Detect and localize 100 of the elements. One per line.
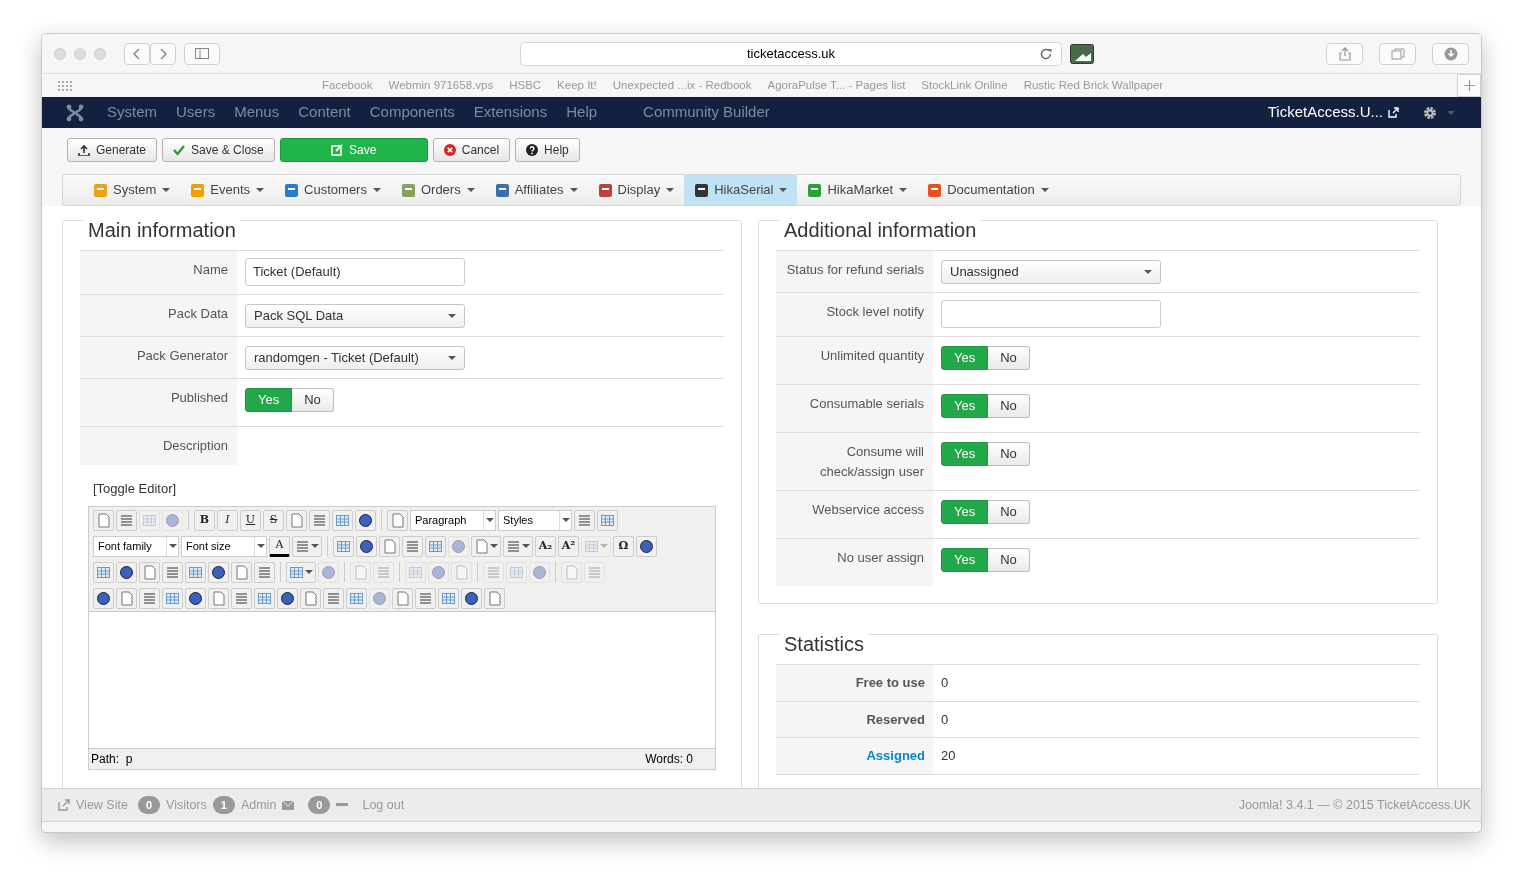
format-button[interactable]: U <box>240 509 261 531</box>
toolbar-button[interactable] <box>116 561 137 583</box>
menu-item[interactable]: Help <box>566 101 598 124</box>
field-label: Unlimited quantity <box>820 348 924 363</box>
component-menu-item[interactable]: System <box>83 175 181 205</box>
sidebar-button[interactable] <box>184 42 220 65</box>
toggle-option[interactable]: No <box>292 388 334 412</box>
share-button[interactable] <box>1326 42 1363 65</box>
toolbar-button[interactable] <box>461 587 482 609</box>
generate-button[interactable]: Generate <box>67 138 158 162</box>
select-field[interactable]: Paragraph <box>410 509 496 531</box>
toolbar-button[interactable] <box>185 587 206 609</box>
reload-icon[interactable] <box>1039 46 1053 61</box>
logo-icon[interactable] <box>66 103 84 122</box>
toggle-option[interactable]: No <box>988 442 1030 466</box>
toolbar-button[interactable] <box>93 587 114 609</box>
back-icon <box>133 47 141 60</box>
toolbar-button[interactable] <box>636 535 657 557</box>
page-icon <box>487 590 502 606</box>
menu-item[interactable]: Extensions <box>473 101 548 124</box>
back-button[interactable] <box>124 42 150 65</box>
component-menu-item[interactable]: Documentation <box>917 175 1059 205</box>
save-close-button[interactable]: Save & Close <box>162 138 275 162</box>
format-button[interactable]: Ω <box>613 535 634 557</box>
dropdown-caret-icon[interactable] <box>1447 110 1455 115</box>
status-label: Admin <box>240 796 277 814</box>
select-field[interactable]: Pack SQL Data <box>245 304 465 328</box>
component-menu-item[interactable]: Affiliates <box>484 175 588 205</box>
new-tab-button[interactable] <box>1457 74 1481 97</box>
window-control-button[interactable] <box>94 47 106 60</box>
field-label: Consume will check/assign user <box>819 444 924 479</box>
square-icon <box>400 182 416 198</box>
component-menu-item[interactable]: HikaSerial <box>684 175 798 205</box>
table-icon <box>441 590 456 606</box>
toggle-option[interactable]: No <box>988 548 1030 572</box>
apps-grid-icon[interactable] <box>58 80 72 91</box>
component-menu-item[interactable]: Customers <box>274 175 391 205</box>
format-button[interactable]: A² <box>558 535 579 557</box>
lines-icon <box>486 564 501 580</box>
toolbar-button[interactable] <box>356 535 377 557</box>
component-menu-item[interactable]: Orders <box>390 175 485 205</box>
lines-icon <box>234 590 249 606</box>
select-field[interactable]: Unassigned <box>941 260 1161 284</box>
toolbar-button[interactable] <box>277 587 298 609</box>
circle-icon <box>96 590 111 606</box>
mail-icon[interactable] <box>282 800 295 810</box>
menu-item[interactable]: Content <box>298 101 351 124</box>
plus-icon <box>1463 80 1475 91</box>
window-control-button[interactable] <box>54 47 66 60</box>
window-control-button[interactable] <box>74 47 86 60</box>
toolbar-button[interactable] <box>355 509 376 531</box>
square-icon <box>694 182 710 198</box>
extension-icon[interactable] <box>1070 43 1094 64</box>
page-icon <box>211 590 226 606</box>
toolbar-button[interactable] <box>471 535 501 557</box>
toolbar-button[interactable] <box>208 561 229 583</box>
page-icon <box>303 590 318 606</box>
select-field[interactable]: Font family <box>93 535 179 557</box>
select-field[interactable]: randomgen - Ticket (Default) <box>245 346 465 370</box>
square-icon <box>597 182 613 198</box>
circle-icon <box>119 564 134 580</box>
page-icon <box>564 564 579 580</box>
menu-item[interactable]: System <box>107 101 157 124</box>
format-button[interactable]: B <box>194 509 215 531</box>
select-field[interactable]: Styles <box>498 509 572 531</box>
table-icon <box>335 512 350 528</box>
settings-icon[interactable] <box>1423 105 1437 120</box>
menu-item[interactable]: Menus <box>234 101 280 124</box>
page-icon <box>395 590 410 606</box>
text-field[interactable]: Ticket (Default) <box>245 258 465 286</box>
component-menu-item[interactable]: HikaMarket <box>797 175 918 205</box>
format-button[interactable]: A₂ <box>535 535 556 557</box>
forward-button[interactable] <box>150 42 176 65</box>
menu-item[interactable]: Community Builder <box>643 101 770 124</box>
text-color-button[interactable]: A <box>269 535 290 557</box>
component-menu-item[interactable]: Display <box>587 175 685 205</box>
select-field[interactable]: Font size <box>181 535 267 557</box>
menu-item[interactable]: Components <box>369 101 455 124</box>
statistic-link[interactable]: Assigned <box>866 747 925 765</box>
toggle-editor-link[interactable]: [Toggle Editor] <box>93 478 177 498</box>
toggle-option[interactable]: No <box>988 346 1030 370</box>
format-button[interactable]: S <box>263 509 284 531</box>
lines-icon <box>376 564 391 580</box>
version-text: Joomla! 3.4.1 — © 2015 TicketAccess.UK <box>1238 796 1471 814</box>
address-bar[interactable]: ticketaccess.uk <box>520 41 1062 66</box>
site-link[interactable]: TicketAccess.U... <box>1267 101 1383 124</box>
download-button[interactable] <box>1432 42 1469 65</box>
tabs-button[interactable] <box>1379 42 1416 65</box>
menu-item[interactable]: Users <box>176 101 216 124</box>
help-button[interactable]: Help <box>515 138 580 162</box>
cancel-button[interactable]: Cancel <box>432 138 511 162</box>
format-button[interactable]: I <box>217 509 238 531</box>
minus-icon[interactable] <box>336 803 349 807</box>
circle-icon <box>451 538 466 554</box>
text-field[interactable] <box>941 300 1161 328</box>
component-menu-item[interactable]: Events <box>180 175 275 205</box>
table-icon <box>289 564 304 580</box>
toggle-option[interactable]: No <box>988 500 1030 524</box>
lines-icon <box>326 590 341 606</box>
toggle-option[interactable]: No <box>988 394 1030 418</box>
